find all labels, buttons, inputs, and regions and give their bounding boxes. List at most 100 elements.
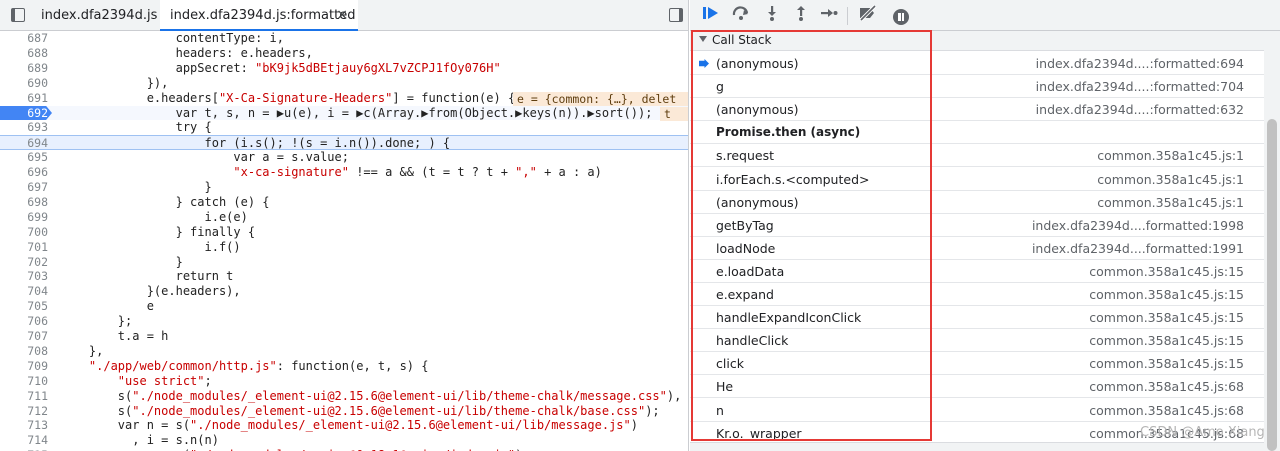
line-number[interactable]: 701: [0, 240, 48, 255]
code-line[interactable]: 705 e: [0, 299, 688, 314]
line-number[interactable]: 696: [0, 165, 48, 180]
line-number[interactable]: 708: [0, 344, 48, 359]
code-line[interactable]: 697 }: [0, 180, 688, 195]
toggle-debugger-icon[interactable]: [669, 8, 683, 22]
frame-location-link[interactable]: index.dfa2394d....:formatted:694: [1036, 56, 1244, 71]
code-line[interactable]: 698 } catch (e) {: [0, 195, 688, 210]
code-line[interactable]: 704 }(e.headers),: [0, 284, 688, 299]
code-line[interactable]: 703 return t: [0, 269, 688, 284]
tab-index-js-formatted[interactable]: index.dfa2394d.js:formatted ×: [160, 0, 358, 31]
call-frame[interactable]: s.request common.358a1c45.js:1: [690, 144, 1264, 168]
pause-on-exceptions-button[interactable]: [890, 5, 912, 27]
next-section-header[interactable]: [690, 442, 1264, 451]
frame-location-link[interactable]: common.358a1c45.js:1: [1097, 148, 1244, 163]
frame-location-link[interactable]: index.dfa2394d....formatted:1998: [1032, 218, 1244, 233]
code-line[interactable]: 695 var a = s.value;: [0, 150, 688, 165]
toggle-navigator-icon[interactable]: [11, 8, 25, 22]
call-frame[interactable]: handleClick common.358a1c45.js:15: [690, 329, 1264, 353]
close-icon[interactable]: ×: [336, 0, 348, 31]
frame-location-link[interactable]: common.358a1c45.js:68: [1089, 379, 1244, 394]
code-line[interactable]: 713 var n = s("./node_modules/_element-u…: [0, 418, 688, 433]
line-number[interactable]: 698: [0, 195, 48, 210]
line-number[interactable]: 710: [0, 374, 48, 389]
call-frame[interactable]: click common.358a1c45.js:15: [690, 352, 1264, 376]
code-line[interactable]: 693 try {: [0, 120, 688, 135]
line-number[interactable]: 695: [0, 150, 48, 165]
code-line[interactable]: 714 , i = s.n(n): [0, 433, 688, 448]
code-line[interactable]: 701 i.f(): [0, 240, 688, 255]
line-number[interactable]: 713: [0, 418, 48, 433]
tab-index-js[interactable]: index.dfa2394d.js: [31, 0, 157, 31]
line-number[interactable]: 712: [0, 404, 48, 419]
scrollbar-thumb[interactable]: [1267, 119, 1277, 451]
call-frame[interactable]: e.loadData common.358a1c45.js:15: [690, 260, 1264, 283]
frame-location-link[interactable]: common.358a1c45.js:15: [1089, 287, 1244, 302]
line-number[interactable]: 692: [0, 105, 52, 121]
call-frame[interactable]: (anonymous) common.358a1c45.js:1: [690, 191, 1264, 214]
line-number[interactable]: 688: [0, 46, 48, 61]
line-number[interactable]: 706: [0, 314, 48, 329]
line-number[interactable]: 694: [0, 136, 48, 151]
call-frame[interactable]: He common.358a1c45.js:68: [690, 375, 1264, 399]
line-number[interactable]: 703: [0, 269, 48, 284]
line-number[interactable]: 687: [0, 31, 48, 46]
code-line[interactable]: 692 var t, s, n = ▶u(e), i = ▶c(Array.▶f…: [0, 105, 688, 121]
call-frame[interactable]: getByTag index.dfa2394d....formatted:1998: [690, 214, 1264, 237]
call-frame[interactable]: loadNode index.dfa2394d....formatted:1991: [690, 237, 1264, 260]
line-number[interactable]: 690: [0, 76, 48, 91]
frame-location-link[interactable]: common.358a1c45.js:1: [1097, 172, 1244, 187]
line-number[interactable]: 691: [0, 91, 48, 106]
frame-location-link[interactable]: index.dfa2394d....:formatted:632: [1036, 102, 1244, 117]
line-number[interactable]: 693: [0, 120, 48, 135]
line-number[interactable]: 709: [0, 359, 48, 374]
scrollbar[interactable]: [1264, 31, 1280, 451]
line-number[interactable]: 689: [0, 61, 48, 76]
frame-location-link[interactable]: common.358a1c45.js:68: [1089, 403, 1244, 418]
code-line[interactable]: 708 },: [0, 344, 688, 359]
code-line[interactable]: 706 };: [0, 314, 688, 329]
call-frame[interactable]: i.forEach.s.<computed> common.358a1c45.js…: [690, 168, 1264, 191]
call-stack-header[interactable]: Call Stack: [690, 31, 1264, 51]
code-line[interactable]: 689 appSecret: "bK9jk5dBEtjauy6gXL7vZCPJ…: [0, 61, 688, 76]
line-number[interactable]: 702: [0, 255, 48, 270]
step-into-button[interactable]: [761, 5, 783, 27]
resume-button[interactable]: [700, 5, 722, 27]
call-frame[interactable]: (anonymous) index.dfa2394d....:formatted:…: [690, 52, 1264, 75]
line-number[interactable]: 697: [0, 180, 48, 195]
call-frame[interactable]: g index.dfa2394d....:formatted:704: [690, 75, 1264, 99]
frame-location-link[interactable]: common.358a1c45.js:15: [1089, 356, 1244, 371]
code-line[interactable]: 710 "use strict";: [0, 374, 688, 389]
code-line[interactable]: 699 i.e(e): [0, 210, 688, 225]
call-frame[interactable]: e.expand common.358a1c45.js:15: [690, 283, 1264, 306]
call-frame[interactable]: (anonymous) index.dfa2394d....:formatted:…: [690, 98, 1264, 122]
frame-location-link[interactable]: common.358a1c45.js:1: [1097, 195, 1244, 210]
code-line[interactable]: 691 e.headers["X-Ca-Signature-Headers"] …: [0, 91, 688, 106]
code-line[interactable]: 712 s("./node_modules/_element-ui@2.15.6…: [0, 404, 688, 419]
line-number[interactable]: 700: [0, 225, 48, 240]
code-line[interactable]: 702 }: [0, 255, 688, 270]
code-line[interactable]: 687 contentType: i,: [0, 31, 688, 46]
code-line[interactable]: 700 } finally {: [0, 225, 688, 240]
code-line[interactable]: 709 "./app/web/common/http.js": function…: [0, 359, 688, 374]
line-number[interactable]: 707: [0, 329, 48, 344]
call-frame[interactable]: n common.358a1c45.js:68: [690, 399, 1264, 422]
code-line[interactable]: 690 }),: [0, 76, 688, 91]
code-line[interactable]: 707 t.a = h: [0, 329, 688, 344]
frame-location-link[interactable]: index.dfa2394d....:formatted:704: [1036, 79, 1244, 94]
code-line[interactable]: 688 headers: e.headers,: [0, 46, 688, 61]
code-line[interactable]: 711 s("./node_modules/_element-ui@2.15.6…: [0, 389, 688, 404]
line-number[interactable]: 705: [0, 299, 48, 314]
step-out-button[interactable]: [790, 5, 812, 27]
line-number[interactable]: 714: [0, 433, 48, 448]
line-number[interactable]: 711: [0, 389, 48, 404]
call-frame[interactable]: handleExpandIconClick common.358a1c45.js:…: [690, 306, 1264, 330]
code-line[interactable]: 696 "x-ca-signature" !== a && (t = t ? t…: [0, 165, 688, 180]
line-number[interactable]: 699: [0, 210, 48, 225]
frame-location-link[interactable]: common.358a1c45.js:15: [1089, 333, 1244, 348]
frame-location-link[interactable]: index.dfa2394d....formatted:1991: [1032, 241, 1244, 256]
step-button[interactable]: [818, 5, 840, 27]
code-line[interactable]: 694 for (i.s(); !(s = i.n()).done; ) {: [0, 135, 688, 151]
line-number[interactable]: 704: [0, 284, 48, 299]
step-over-button[interactable]: [730, 5, 752, 27]
frame-location-link[interactable]: common.358a1c45.js:15: [1089, 264, 1244, 279]
